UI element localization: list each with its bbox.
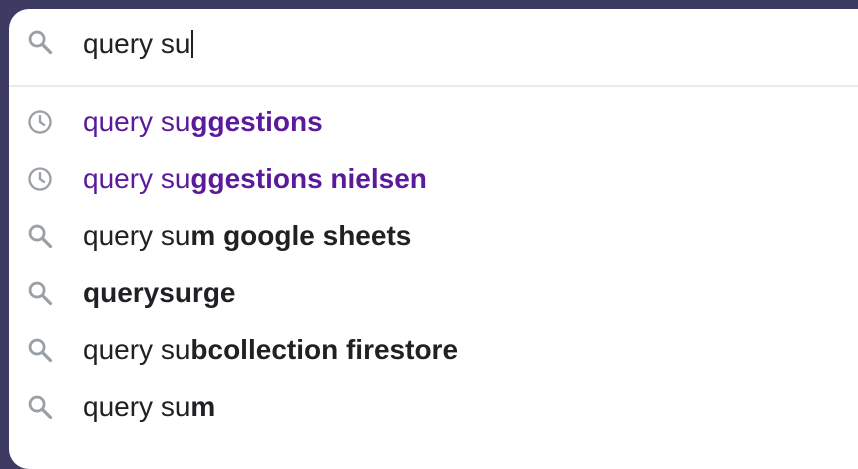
search-autocomplete-panel: query su query suggestions query suggest… — [9, 9, 858, 469]
suggestion-text: query sum google sheets — [83, 219, 411, 253]
suggestion-completion: ggestions — [190, 106, 323, 137]
search-icon — [26, 393, 54, 421]
suggestion-completion: m — [190, 391, 216, 422]
suggestion-prefix: query su — [83, 163, 191, 194]
search-icon — [26, 279, 54, 307]
suggestion-item[interactable]: query sum — [9, 379, 858, 436]
suggestion-item[interactable]: query suggestions nielsen — [9, 151, 858, 208]
suggestion-item[interactable]: query suggestions — [9, 94, 858, 151]
suggestion-text: querysurge — [83, 276, 236, 310]
search-icon — [26, 222, 54, 250]
text-caret — [191, 30, 194, 58]
suggestion-item[interactable]: querysurge — [9, 265, 858, 322]
search-query-text: query su — [83, 28, 191, 59]
suggestion-prefix: query su — [83, 391, 191, 422]
search-input[interactable]: query su — [83, 27, 194, 61]
suggestion-list: query suggestions query suggestions niel… — [9, 94, 858, 436]
suggestion-completion: bcollection firestore — [190, 334, 459, 365]
suggestion-completion: ggestions nielsen — [190, 163, 427, 194]
suggestion-text: query sum — [83, 390, 215, 424]
suggestion-text: query subcollection firestore — [83, 333, 458, 367]
suggestion-prefix: query su — [83, 106, 191, 137]
suggestion-prefix: query su — [83, 334, 191, 365]
suggestion-completion: m google sheets — [190, 220, 412, 251]
divider — [9, 85, 858, 87]
suggestion-text: query suggestions — [83, 105, 323, 139]
suggestion-prefix: query su — [83, 220, 191, 251]
history-icon — [26, 108, 54, 136]
search-box[interactable]: query su — [9, 9, 858, 79]
suggestion-text: query suggestions nielsen — [83, 162, 427, 196]
search-icon — [26, 28, 54, 56]
history-icon — [26, 165, 54, 193]
suggestion-completion: querysurge — [83, 277, 236, 308]
search-icon — [26, 336, 54, 364]
suggestion-item[interactable]: query sum google sheets — [9, 208, 858, 265]
suggestion-item[interactable]: query subcollection firestore — [9, 322, 858, 379]
